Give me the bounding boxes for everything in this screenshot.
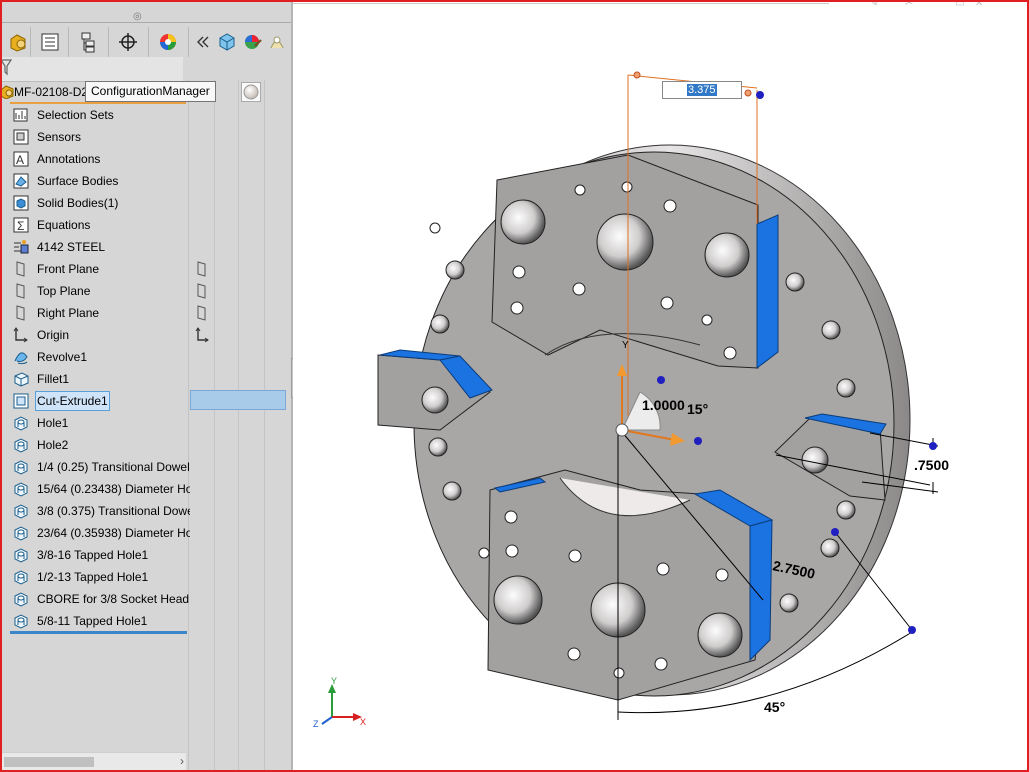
- configuration-manager-tooltip: ConfigurationManager: [85, 81, 216, 102]
- heads-up-toolbar: ✎ ✂ ▭ ✕: [870, 0, 983, 9]
- selected-face: [749, 519, 773, 662]
- dimension-45-deg: 45°: [764, 699, 785, 715]
- triad-y-label: Y: [331, 676, 337, 686]
- svg-text:▭: ▭: [955, 0, 964, 9]
- triad-x-label: X: [360, 717, 366, 727]
- triad-z-label: Z: [313, 719, 319, 729]
- reference-triad: Y X Z: [313, 676, 366, 729]
- svg-text:✂: ✂: [905, 0, 913, 9]
- dimension-edit-value[interactable]: 3.375: [687, 84, 717, 96]
- selected-face: [756, 214, 779, 370]
- sketch-y-label: Y: [622, 340, 629, 351]
- svg-text:✕: ✕: [975, 0, 983, 9]
- model-view[interactable]: Y 1.0000 15° .7500 2.7500 45° Y X Z ✎ ✂ …: [0, 0, 1029, 772]
- dimension-0750: .7500: [914, 457, 949, 473]
- dimension-15-deg: 15°: [687, 401, 708, 417]
- svg-text:✎: ✎: [870, 0, 878, 9]
- dimension-1000: 1.0000: [642, 397, 685, 413]
- dimension-edit-field[interactable]: 3.375: [662, 81, 742, 99]
